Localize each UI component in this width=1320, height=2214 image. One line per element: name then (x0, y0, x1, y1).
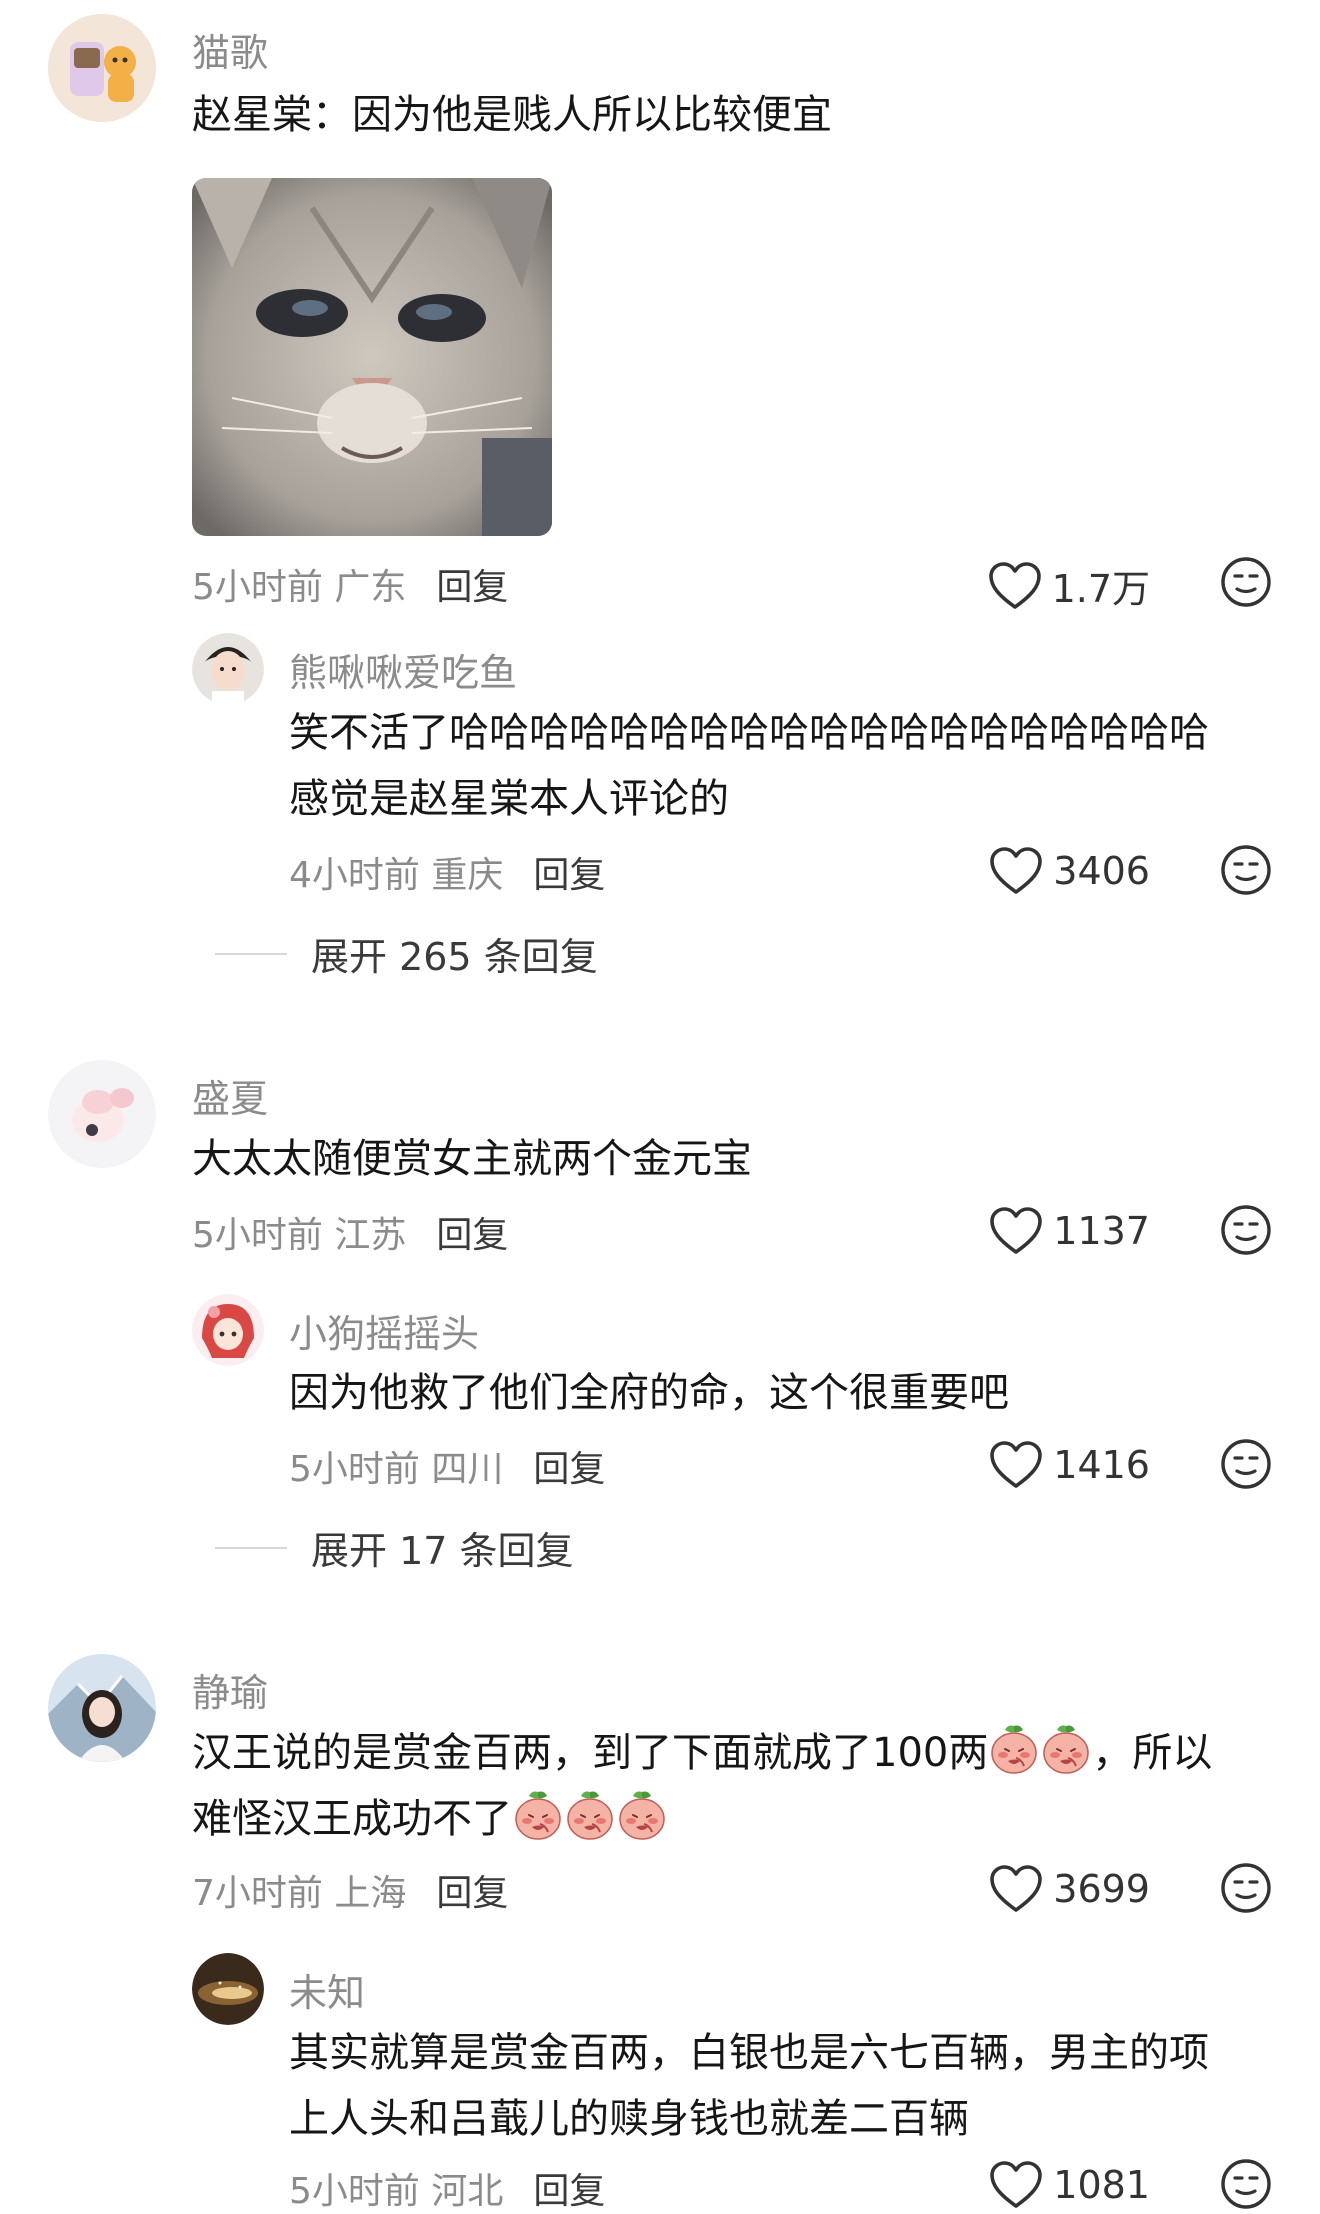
comment-meta: 5小时前 河北 回复 (289, 2162, 605, 2214)
divider (215, 1546, 287, 1549)
like-button[interactable]: 1416 (989, 1440, 1150, 1490)
comment-text-part: 难怪汉王成功不了 (192, 1796, 512, 1842)
reply-button[interactable]: 回复 (436, 1873, 508, 1914)
time-location: 7小时前 上海 (192, 1873, 407, 1914)
comment-meta: 4小时前 重庆 回复 (289, 846, 605, 898)
comment-text: 汉王说的是赏金百两，到了下面就成了100两 ，所以 (192, 1720, 1212, 1786)
like-button[interactable]: 3699 (989, 1864, 1150, 1914)
like-count: 1081 (1053, 2163, 1150, 2207)
time-location: 5小时前 广东 (192, 567, 407, 608)
heart-outline-icon (989, 2160, 1043, 2210)
avatar[interactable] (192, 1294, 264, 1366)
like-count: 1.7万 (1051, 567, 1150, 611)
avatar[interactable] (192, 633, 264, 705)
emoji-face-icon[interactable] (1220, 844, 1272, 896)
like-count: 3699 (1053, 1867, 1150, 1911)
emoji-face-icon[interactable] (1220, 1862, 1272, 1914)
avatar[interactable] (192, 1953, 264, 2025)
username[interactable]: 熊啾啾爱吃鱼 (289, 642, 517, 697)
divider (215, 952, 287, 955)
reply-text: 感觉是赵星棠本人评论的 (289, 776, 729, 822)
emoji-face-icon[interactable] (1220, 2158, 1272, 2210)
time-location: 5小时前 江苏 (192, 1215, 407, 1256)
emoji-face-icon[interactable] (1220, 1438, 1272, 1490)
avatar[interactable] (48, 1654, 156, 1762)
like-button[interactable]: 3406 (989, 846, 1150, 896)
comment-text: 大太太随便赏女主就两个金元宝 (192, 1136, 752, 1182)
reply-button[interactable]: 回复 (436, 1215, 508, 1256)
heart-outline-icon (988, 561, 1042, 611)
heart-outline-icon (989, 1864, 1043, 1914)
reply-text: 其实就算是赏金百两，白银也是六七百辆，男主的项 (289, 2030, 1209, 2076)
comment-meta: 5小时前 四川 回复 (289, 1440, 605, 1492)
cat-image[interactable] (192, 178, 552, 536)
expand-replies-button[interactable]: 展开 17 条回复 (215, 1520, 574, 1575)
reply-button[interactable]: 回复 (533, 1449, 605, 1490)
peach-emoji-icon (988, 1722, 1040, 1776)
reply-button[interactable]: 回复 (533, 855, 605, 896)
peach-emoji-icon (564, 1788, 616, 1842)
comment-meta: 5小时前 广东 回复 (192, 558, 508, 610)
comment-text: 赵星棠：因为他是贱人所以比较便宜 (192, 92, 832, 138)
username[interactable]: 静瑜 (192, 1662, 268, 1717)
peach-emoji-icon (616, 1788, 668, 1842)
avatar[interactable] (48, 14, 156, 122)
reply-button[interactable]: 回复 (436, 567, 508, 608)
comment-text: 难怪汉王成功不了 (192, 1786, 668, 1852)
comment-text-part: ，所以 (1092, 1730, 1213, 1776)
like-button[interactable]: 1081 (989, 2160, 1150, 2210)
reply-text: 笑不活了哈哈哈哈哈哈哈哈哈哈哈哈哈哈哈哈哈哈哈 (289, 710, 1209, 756)
heart-outline-icon (989, 1206, 1043, 1256)
heart-outline-icon (989, 1440, 1043, 1490)
reply-text: 上人头和吕蕺儿的赎身钱也就差二百辆 (289, 2096, 969, 2142)
expand-label: 展开 265 条回复 (311, 935, 598, 979)
heart-outline-icon (989, 846, 1043, 896)
username[interactable]: 未知 (289, 1962, 365, 2017)
comment-meta: 7小时前 上海 回复 (192, 1864, 508, 1916)
comment-text-part: 汉王说的是赏金百两，到了下面就成了100两 (192, 1730, 989, 1776)
peach-emoji-icon (512, 1788, 564, 1842)
expand-label: 展开 17 条回复 (311, 1529, 574, 1573)
peach-emoji-icon (1040, 1722, 1092, 1776)
like-count: 1137 (1053, 1209, 1150, 1253)
username[interactable]: 盛夏 (192, 1068, 268, 1123)
username[interactable]: 猫歌 (192, 22, 268, 77)
like-button[interactable]: 1137 (989, 1206, 1150, 1256)
time-location: 5小时前 四川 (289, 1449, 504, 1490)
like-count: 1416 (1053, 1443, 1150, 1487)
comment-meta: 5小时前 江苏 回复 (192, 1206, 508, 1258)
emoji-face-icon[interactable] (1220, 556, 1272, 608)
username[interactable]: 小狗摇摇头 (289, 1303, 479, 1358)
expand-replies-button[interactable]: 展开 265 条回复 (215, 926, 598, 981)
like-count: 3406 (1053, 849, 1150, 893)
time-location: 5小时前 河北 (289, 2171, 504, 2212)
reply-text: 因为他救了他们全府的命，这个很重要吧 (289, 1370, 1009, 1416)
avatar[interactable] (48, 1060, 156, 1168)
emoji-face-icon[interactable] (1220, 1204, 1272, 1256)
reply-button[interactable]: 回复 (533, 2171, 605, 2212)
time-location: 4小时前 重庆 (289, 855, 504, 896)
like-button[interactable]: 1.7万 (988, 558, 1150, 613)
